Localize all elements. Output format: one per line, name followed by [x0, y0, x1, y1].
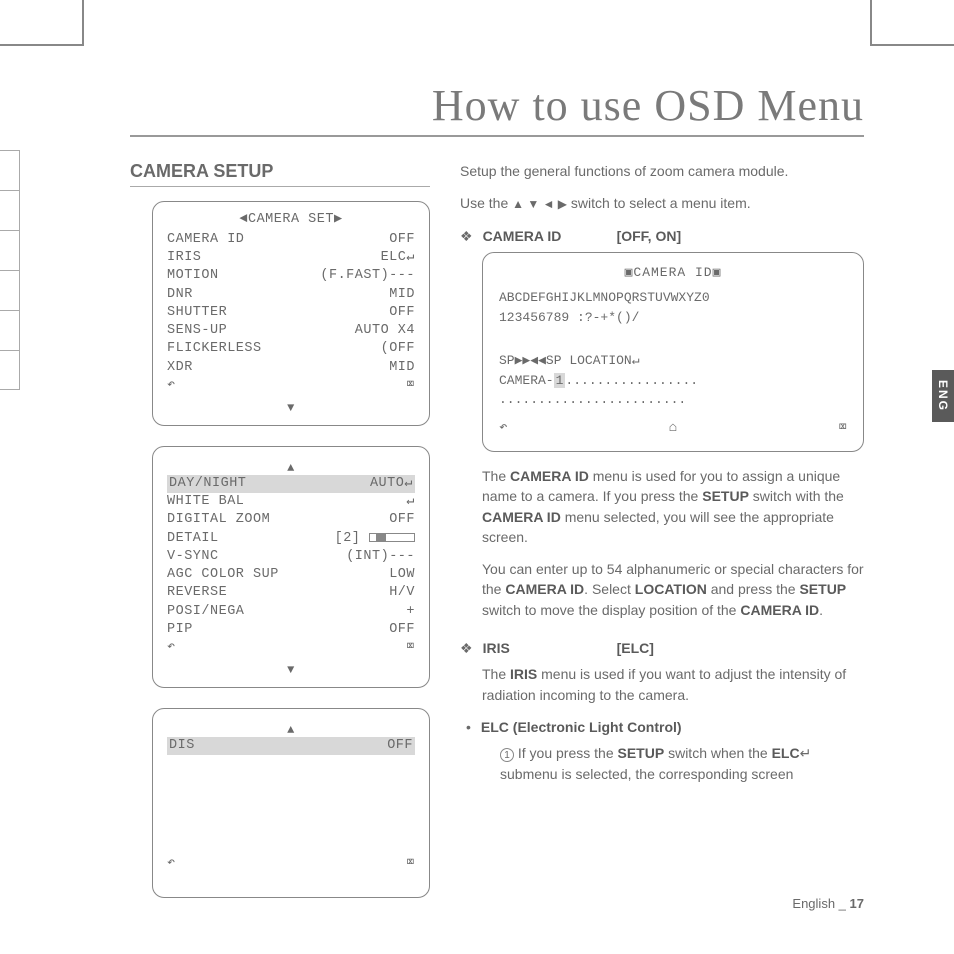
osd3-back-icon: ↶ [167, 855, 176, 873]
osd-row: V-SYNC(INT)--- [167, 548, 415, 566]
iris-desc: The IRIS menu is used if you want to adj… [482, 664, 864, 705]
osd2-down-arrow: ▼ [167, 663, 415, 677]
camid-back-icon: ↶ [499, 418, 507, 439]
osd-row: DIGITAL ZOOMOFF [167, 511, 415, 529]
osd-row: FLICKERLESS(OFF [167, 340, 415, 358]
camid-desc-2: You can enter up to 54 alphanumeric or s… [482, 559, 864, 620]
osd-row: POSI/NEGA+ [167, 603, 415, 621]
step-1-icon: 1 [500, 748, 514, 762]
osd-row: IRISELC↵ [167, 249, 415, 267]
osd-panel-3: ▲ DISOFF ↶ ⌧ [152, 708, 430, 898]
osd-row: DAY/NIGHTAUTO↵ [167, 475, 415, 493]
camid-dots-line: ........................ [499, 390, 847, 410]
osd3-up-arrow: ▲ [167, 723, 415, 737]
osd-row: XDRMID [167, 359, 415, 377]
osd2-up-arrow: ▲ [167, 461, 415, 475]
camid-close-icon: ⌧ [839, 418, 847, 439]
osd-panel-1: ◄CAMERA SET▶ CAMERA IDOFFIRISELC↵MOTION(… [152, 201, 430, 426]
intro-text-1: Setup the general functions of zoom came… [460, 161, 864, 181]
osd-panel-2: ▲ DAY/NIGHTAUTO↵WHITE BAL↵DIGITAL ZOOMOF… [152, 446, 430, 688]
osd-row: WHITE BAL↵ [167, 493, 415, 511]
osd-row: SHUTTEROFF [167, 304, 415, 322]
osd-row: REVERSEH/V [167, 584, 415, 602]
section-heading: CAMERA SETUP [130, 161, 430, 187]
osd-row: AGC COLOR SUPLOW [167, 566, 415, 584]
osd-row: DISOFF [167, 737, 415, 755]
page-footer: English _ 17 [792, 895, 864, 914]
camid-charset-1: ABCDEFGHIJKLMNOPQRSTUVWXYZ0 [499, 288, 847, 308]
osd-row: ↶⌧ [167, 377, 415, 395]
intro-text-2: Use the ▲ ▼ ◄ ▶ switch to select a menu … [460, 193, 864, 213]
osd-row: CAMERA IDOFF [167, 231, 415, 249]
item-elc: • ELC (Electronic Light Control) [466, 717, 864, 737]
osd-row: SENS-UPAUTO X4 [167, 322, 415, 340]
osd-row: MOTION(F.FAST)--- [167, 267, 415, 285]
item-iris: ❖ IRIS [ELC] [460, 638, 864, 658]
osd-row: PIPOFF [167, 621, 415, 639]
camid-name-line: CAMERA-1................. [499, 371, 847, 391]
camid-header: ▣CAMERA ID▣ [499, 263, 847, 283]
camera-id-screen: ▣CAMERA ID▣ ABCDEFGHIJKLMNOPQRSTUVWXYZ0 … [482, 252, 864, 452]
osd-row: DNRMID [167, 286, 415, 304]
language-tab: ENG [932, 370, 954, 422]
camid-location-line: SP▶▶◀◀SP LOCATION↵ [499, 351, 847, 371]
page-title: How to use OSD Menu [130, 80, 864, 137]
elc-desc: 1 If you press the SETUP switch when the… [500, 743, 864, 784]
osd-row: DETAIL[2] [167, 530, 415, 548]
camid-home-icon: ⌂ [669, 418, 677, 439]
osd-row: ↶⌧ [167, 639, 415, 657]
osd3-close-icon: ⌧ [406, 855, 415, 873]
nav-arrows-icon: ▲ ▼ ◄ ▶ [512, 197, 567, 211]
osd1-header: ◄CAMERA SET▶ [167, 210, 415, 227]
item-camera-id: ❖ CAMERA ID [OFF, ON] [460, 226, 864, 246]
osd1-down-arrow: ▼ [167, 401, 415, 415]
camid-charset-2: 123456789 :?-+*()/ [499, 308, 847, 328]
camid-desc-1: The CAMERA ID menu is used for you to as… [482, 466, 864, 547]
